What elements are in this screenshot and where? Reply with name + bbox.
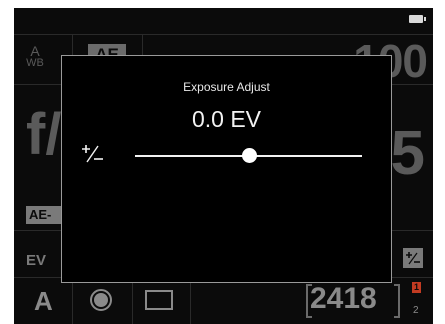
battery-icon: [409, 15, 426, 23]
wb-mode: A: [30, 43, 40, 59]
dialog-title: Exposure Adjust: [183, 80, 270, 94]
shutter-value[interactable]: 5: [391, 118, 425, 189]
frame-icon[interactable]: [145, 290, 173, 310]
card-slot-2: 2: [413, 305, 419, 316]
camera-screen: A WB AE 100 f/ 5 AE- EV A 2418 1 2 Expos…: [14, 8, 433, 324]
bracket-right: [394, 284, 400, 318]
wb-label: WB: [26, 57, 44, 69]
exposure-value: 0.0 EV: [191, 106, 262, 132]
white-balance-indicator[interactable]: A WB: [24, 43, 46, 69]
plus-minus-icon[interactable]: [403, 248, 423, 268]
ae-lock-badge[interactable]: AE-: [26, 206, 61, 224]
card-slot-1-badge: 1: [412, 282, 421, 293]
ev-label: EV: [26, 252, 47, 269]
bottom-status-bar: A 2418 1 2: [14, 277, 433, 324]
shooting-mode[interactable]: A: [34, 286, 53, 317]
shots-remaining: 2418: [310, 282, 377, 315]
exposure-adjust-dialog: Exposure Adjust 0.0 EV: [61, 55, 392, 283]
aperture-value[interactable]: f/: [26, 101, 61, 168]
slider-handle[interactable]: [241, 148, 257, 163]
plus-minus-icon: [81, 144, 105, 167]
record-dot: [94, 293, 108, 307]
